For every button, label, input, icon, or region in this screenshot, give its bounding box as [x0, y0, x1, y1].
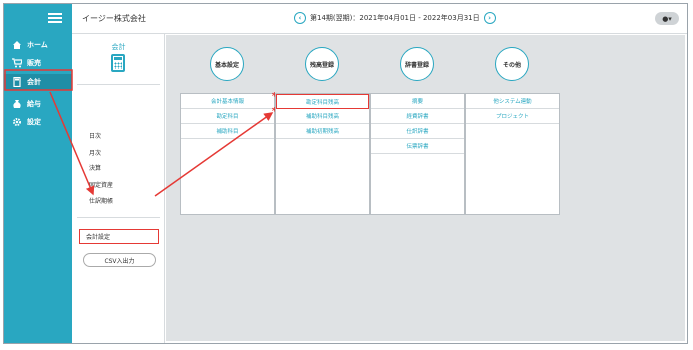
column-title: 辞書登録 [400, 47, 434, 81]
menu-item-accounts[interactable]: 勘定科目* [181, 106, 277, 124]
subpanel-title: 会計 [111, 43, 126, 51]
sidebar-item-label: 販売 [27, 59, 41, 67]
menu-item-sub-account-balance[interactable]: 補助科目残高 [276, 109, 369, 124]
sidebar: ホーム 販売 会計 給与 設定 [4, 4, 72, 343]
divider [77, 217, 160, 218]
menu-item-expense-dictionary[interactable]: 経費辞書 [371, 109, 464, 124]
calculator-icon [111, 54, 125, 72]
column-box: 勘定科目残高 補助科目残高 補助初期残高 [275, 93, 370, 215]
subpanel-item-fixed-assets[interactable]: 固定資産 [89, 180, 113, 189]
cart-icon [12, 58, 22, 68]
sidebar-item-label: 会計 [27, 78, 41, 86]
column-box: 摘要 経費辞書 仕訳辞書 伝票辞書 [370, 93, 465, 215]
header: イージー株式会社 ‹ 第14期(翌期)：2021年04月01日 - 2022年0… [72, 4, 687, 34]
menu-item-label: 補助科目残高 [305, 114, 339, 120]
gear-icon [12, 117, 22, 127]
chevron-left-icon[interactable]: ‹ [294, 12, 306, 24]
column-box: 会計基本情報* 勘定科目* 補助科目 [180, 91, 277, 215]
fiscal-period-selector: ‹ 第14期(翌期)：2021年04月01日 - 2022年03月31日 › [294, 12, 496, 24]
menu-item-label: 勘定科目 [216, 114, 239, 120]
menu-item-journal-dictionary[interactable]: 仕訳辞書 [371, 124, 464, 139]
subpanel-item-daily[interactable]: 日次 [89, 131, 101, 140]
menu-item-label: 補助初期残高 [305, 129, 339, 135]
company-name: イージー株式会社 [82, 14, 146, 23]
sidebar-item-label: 給与 [27, 100, 41, 108]
column-title: 残高登録 [305, 47, 339, 81]
subpanel-item-closing[interactable]: 決算 [89, 163, 101, 172]
column-title: 基本設定 [210, 47, 244, 81]
column-box: 他システム連動 プロジェクト [465, 93, 560, 215]
user-menu-button[interactable]: ● ▾ [655, 12, 679, 25]
sidebar-item-label: 設定 [27, 118, 41, 126]
app-window: ホーム 販売 会計 給与 設定 イージー株式会社 ‹ 第14期(翌期)：2021… [3, 3, 688, 344]
money-bag-icon [12, 99, 22, 109]
menu-item-label: 勘定科目残高 [305, 99, 339, 106]
fiscal-period-label: 第14期(翌期)：2021年04月01日 - 2022年03月31日 [310, 14, 480, 22]
csv-import-export-button[interactable]: CSV入出力 [83, 253, 156, 267]
subpanel: 会計 日次 月次 決算 固定資産 仕訳期帳 会計設定 CSV入出力 [72, 34, 165, 343]
main-content: 基本設定 会計基本情報* 勘定科目* 補助科目 残高登録 勘定科目残高 補助科目… [166, 35, 685, 341]
sidebar-item-sales[interactable]: 販売 [4, 55, 72, 71]
chevron-right-icon[interactable]: › [483, 12, 496, 24]
menu-item-label: 仕訳辞書 [406, 129, 429, 135]
sidebar-item-home[interactable]: ホーム [4, 37, 72, 53]
menu-item-account-balance[interactable]: 勘定科目残高 [276, 94, 369, 109]
column-title: その他 [495, 47, 529, 81]
menu-item-label: 会計基本情報 [210, 99, 244, 105]
menu-item-sub-initial-balance[interactable]: 補助初期残高 [276, 124, 369, 139]
menu-item-slip-dictionary[interactable]: 伝票辞書 [371, 139, 464, 154]
subpanel-item-monthly[interactable]: 月次 [89, 148, 101, 157]
chevron-down-icon: ▾ [668, 14, 672, 23]
menu-item-label: 他システム連動 [493, 99, 532, 105]
menu-item-label: 摘要 [411, 99, 423, 105]
sidebar-item-settings[interactable]: 設定 [4, 114, 72, 130]
divider [77, 84, 160, 85]
sidebar-item-payroll[interactable]: 給与 [4, 96, 72, 112]
calculator-icon [12, 77, 22, 87]
menu-item-label: 経費辞書 [406, 114, 429, 120]
menu-item-sub-accounts[interactable]: 補助科目 [181, 124, 274, 139]
menu-item-system-integration[interactable]: 他システム連動 [466, 94, 559, 109]
subpanel-item-accounting-settings[interactable]: 会計設定 [79, 229, 159, 244]
sidebar-item-accounting[interactable]: 会計 [4, 74, 72, 90]
menu-item-description[interactable]: 摘要 [371, 94, 464, 109]
menu-item-project[interactable]: プロジェクト [466, 109, 559, 124]
menu-item-basic-info[interactable]: 会計基本情報* [181, 91, 277, 109]
menu-icon[interactable] [48, 13, 62, 23]
menu-item-label: プロジェクト [495, 114, 529, 120]
subpanel-item-ledger[interactable]: 仕訳期帳 [89, 196, 113, 205]
menu-item-label: 補助科目 [216, 129, 239, 135]
home-icon [12, 40, 22, 50]
menu-item-label: 伝票辞書 [406, 144, 429, 150]
sidebar-item-label: ホーム [27, 41, 48, 49]
